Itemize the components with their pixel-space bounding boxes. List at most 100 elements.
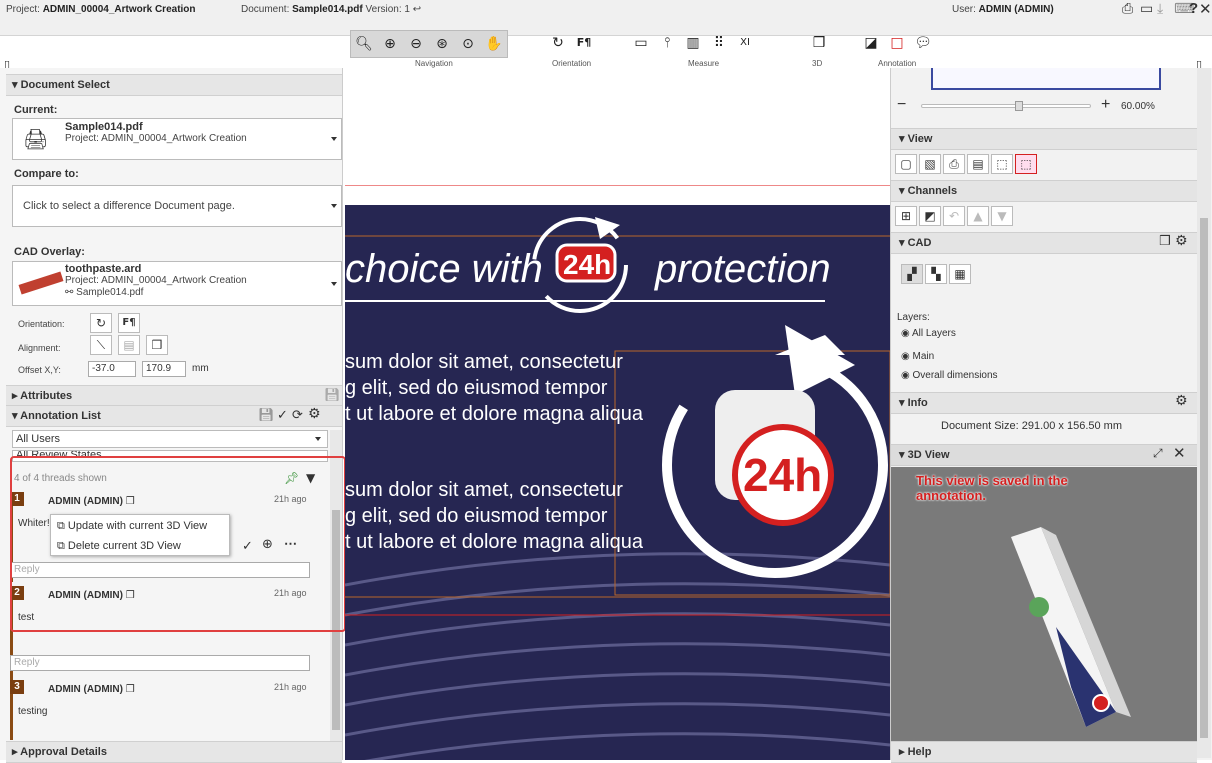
text-compare-icon[interactable]: XI [734,32,756,54]
trim-box-icon[interactable]: ⬚ [991,154,1013,174]
link-icon: ⚯ [65,287,74,298]
offset-x-input[interactable]: -37.0 [88,361,136,377]
rectangle-icon[interactable]: □ [886,32,908,54]
help-icon[interactable]: ? [1189,0,1198,17]
layer-item[interactable]: ◉ Main [901,351,934,362]
zoom-in-icon[interactable]: ⊕ [379,33,401,55]
print-icon[interactable]: ⎙ [943,154,965,174]
3d-preview[interactable]: This view is saved in the annotation. [891,467,1197,741]
align-3d-icon[interactable]: ❒ [146,335,168,355]
align-diagonal-icon[interactable]: ⟍ [90,335,112,355]
info-header[interactable]: ▾ Info [891,392,1197,414]
annotation-group: ◪ □ 💬︎ [858,30,936,58]
braille-icon[interactable]: ⠿ [708,32,730,54]
attributes-header[interactable]: ▸ Attributes [6,385,342,407]
close-icon[interactable]: ✕ [1199,0,1212,18]
user-info: User: ADMIN (ADMIN) [952,4,1054,15]
refresh-icon[interactable]: ⟳ [292,408,303,423]
zoom-slider-handle[interactable] [1015,101,1023,111]
channel-tools: ⊞ ◩ ↶ ▲ ▼ [895,206,1013,226]
offset-y-input[interactable]: 170.9 [142,361,186,377]
up-icon[interactable]: ▲ [967,206,989,226]
rotate-icon[interactable]: ↻ [90,313,112,333]
3d-view-title: 3D View [907,449,950,461]
zoom-select-icon[interactable]: 🔍︎ [353,33,375,55]
project-info: Project: ADMIN_00004_Artwork Creation [6,4,196,15]
scroll-thumb[interactable] [1200,218,1208,738]
cad-structural-icon[interactable]: ▞ [901,264,923,284]
eye-icon[interactable]: ◉ [901,351,910,362]
orientation-label: Orientation: [18,319,65,329]
document-viewer[interactable]: choice with 24h protection sum dolor sit… [345,68,890,760]
big-24h-badge: 24h [743,449,823,501]
down-icon[interactable]: ▼ [991,206,1013,226]
eye-icon[interactable]: ◉ [901,370,910,381]
ruler-icon[interactable]: ▭ [630,32,652,54]
right-panel: − + 60.00% ▾ View ▢ ▧ ⎙ ▤ ⬚ ⬚ ▾ Channels… [890,68,1212,763]
grid-icon[interactable]: ⊞ [895,206,917,226]
document-select-header[interactable]: ▾ Document Select [6,74,342,96]
rotate-icon[interactable]: ↻ [547,32,569,54]
headline-badge: 24h [563,249,612,280]
chevron-down-icon [331,204,337,208]
cad-outline-icon[interactable]: ▦ [949,264,971,284]
layers-icon[interactable]: ▧ [919,154,941,174]
separations-icon[interactable]: ▤ [967,154,989,174]
checklist-icon[interactable]: ✓ [277,408,288,423]
contrast-icon[interactable]: ◩ [919,206,941,226]
current-document-select[interactable]: 🖨︎ Sample014.pdf Project: ADMIN_00004_Ar… [12,118,342,160]
current-file-name: Sample014.pdf [65,121,143,133]
slash-box-icon[interactable]: ◪ [860,32,882,54]
print-icon[interactable]: ⎙ [1122,1,1133,17]
paragraph-2: sum dolor sit amet, consectetur g elit, s… [345,479,643,553]
cad-header[interactable]: ▾ CAD [891,232,1197,254]
right-scrollbar[interactable] [1197,68,1211,758]
thumbnail-preview[interactable] [931,68,1161,90]
settings-gear-icon[interactable]: ⚙ [1175,233,1188,249]
eye-icon[interactable]: ◉ [901,328,910,339]
zoom-value: 60.00% [1121,101,1155,112]
channels-header[interactable]: ▾ Channels [891,180,1197,202]
comment-icon[interactable]: 💬︎ [912,32,934,54]
layer-item[interactable]: ◉ Overall dimensions [901,370,998,381]
cad-title: CAD [907,237,932,249]
expand-icon[interactable]: ⤢ [1153,446,1163,461]
save-icon[interactable]: 💾︎ [324,388,341,403]
view-header[interactable]: ▾ View [891,128,1197,150]
zoom-out-icon[interactable]: ⊖ [405,33,427,55]
page-icon[interactable]: ▢ [895,154,917,174]
undo-icon[interactable]: ↶ [943,206,965,226]
thread-time: 21h ago [274,682,307,692]
zoom-out-icon[interactable]: − [897,96,906,114]
zoom-in-icon[interactable]: + [1101,96,1110,114]
download-icon[interactable]: ⤓ [1157,1,1163,17]
flip-icon[interactable]: F¶ [118,313,140,333]
settings-gear-icon[interactable]: ⚙ [308,406,321,422]
window-icon[interactable]: ▭ [1140,1,1153,17]
bleed-box-icon[interactable]: ⬚ [1015,154,1037,174]
headline-left: choice with [345,247,543,291]
layers-label: Layers: [897,312,930,323]
align-box-icon[interactable]: ▤ [118,335,140,355]
users-filter-select[interactable]: All Users [12,430,328,448]
save-icon[interactable]: 💾︎ [258,408,275,423]
pan-hand-icon[interactable]: ✋ [483,33,505,55]
zoom-slider[interactable] [921,101,1091,111]
layer-item[interactable]: ◉ All Layers [901,328,956,339]
compare-document-select[interactable]: Click to select a difference Document pa… [12,185,342,227]
zoom-fit-icon[interactable]: ⊛ [431,33,453,55]
barcode-icon[interactable]: ▥ [682,32,704,54]
settings-gear-icon[interactable]: ⚙ [1175,393,1188,409]
toolbar-label-orientation: Orientation [552,59,592,68]
cube-icon[interactable]: ❒ [808,32,830,54]
cad-overlay-select[interactable]: toothpaste.ard Project: ADMIN_00004_Artw… [12,261,342,306]
flip-icon[interactable]: F¶ [573,32,595,54]
zoom-actual-icon[interactable]: ⊙ [457,33,479,55]
cad-folded-icon[interactable]: ▚ [925,264,947,284]
densitometer-icon[interactable]: ⫯ [656,32,678,54]
close-icon[interactable]: ✕ [1173,444,1186,462]
3d-view-header[interactable]: ▾ 3D View [891,444,1197,466]
cube-icon[interactable]: ❒ [1159,234,1171,249]
toolbar-label-3d: 3D [812,59,823,68]
reply-input[interactable]: Reply [10,655,310,671]
